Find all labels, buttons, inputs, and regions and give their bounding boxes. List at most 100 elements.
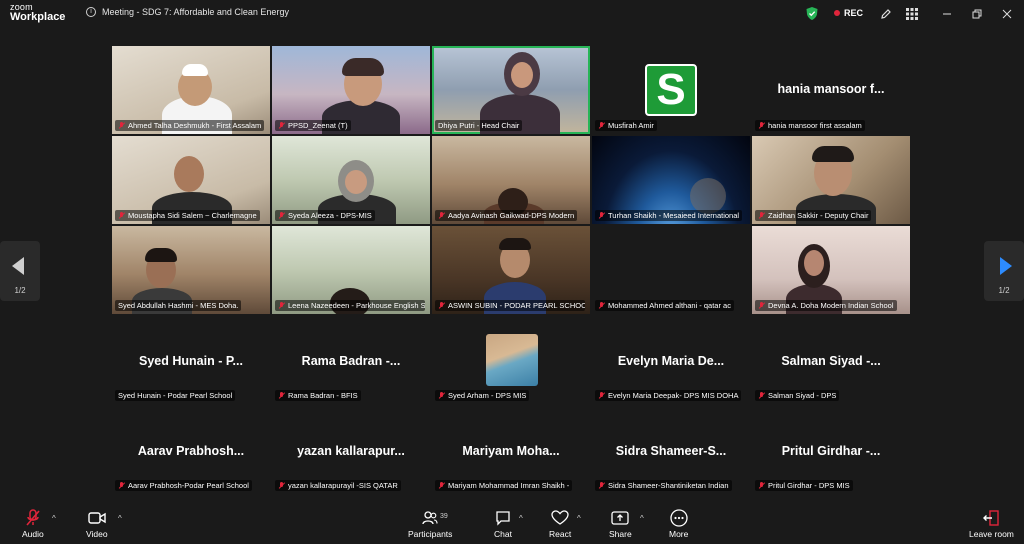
participant-tile[interactable]: ASWIN SUBIN - PODAR PEARL SCHOOL [432,226,590,314]
participant-name: yazan kallarapurayil -SIS QATAR [288,481,398,490]
participant-tile[interactable]: yazan kallarapur... yazan kallarapurayil… [272,406,430,494]
minimize-icon[interactable] [938,5,956,23]
chat-options-chevron-icon[interactable]: ^ [519,514,523,523]
rec-label: REC [844,8,864,18]
participant-tile[interactable]: Zaidhan Sakkir - Deputy Chair [752,136,910,224]
arrow-right-icon [1000,257,1012,275]
mic-muted-icon [118,481,125,490]
more-dots-icon [670,509,688,527]
audio-button[interactable]: Audio [22,509,44,539]
arrow-left-icon [12,257,24,275]
leave-door-icon [983,509,1000,527]
participant-name: Zaidhan Sakkir - Deputy Chair [768,211,869,220]
participant-tile[interactable]: Syed Abdullah Hashmi - MES Doha. [112,226,270,314]
participant-tile[interactable]: Leena Nazeedeen - Parkhouse English Scho… [272,226,430,314]
participant-tile[interactable]: Sidra Shameer-S... Sidra Shameer-Shantin… [592,406,750,494]
mic-muted-icon [118,211,125,220]
title-bar: zoom Workplace i Meeting - SDG 7: Afford… [0,0,1024,28]
participant-name: hania mansoor first assalam [768,121,862,130]
gallery-view: Ahmed Talha Deshmukh - First Assalam PPS… [112,46,912,496]
close-icon[interactable] [998,5,1016,23]
participant-tile[interactable]: Moustapha Sidi Salem ~ Charlemagne [112,136,270,224]
participants-count: 39 [440,513,448,520]
chat-label: Chat [494,529,512,539]
participant-name: Pritul Girdhar - DPS MIS [768,481,850,490]
audio-options-chevron-icon[interactable]: ^ [52,514,56,523]
mic-muted-icon [278,121,285,130]
participant-tile[interactable]: Salman Siyad -... Salman Siyad - DPS [752,316,910,404]
more-button[interactable]: More [669,509,688,539]
mic-muted-icon [278,481,285,490]
share-button[interactable]: Share [609,509,632,539]
participant-display-name: Salman Siyad -... [781,354,881,368]
participant-tile[interactable]: Evelyn Maria De... Evelyn Maria Deepak- … [592,316,750,404]
grid-view-icon[interactable] [903,5,921,23]
participant-tile[interactable]: Ahmed Talha Deshmukh - First Assalam [112,46,270,134]
logo-bottom: Workplace [10,11,66,23]
participant-tile[interactable]: Rama Badran -... Rama Badran - BFIS [272,316,430,404]
mic-muted-icon [758,211,765,220]
participant-tile[interactable]: hania mansoor f... hania mansoor first a… [752,46,910,134]
mic-muted-icon [438,391,445,400]
react-options-chevron-icon[interactable]: ^ [577,514,581,523]
participant-tile[interactable]: Syed Arham - DPS MIS [432,316,590,404]
participant-tile[interactable]: S Musfirah Amir [592,46,750,134]
leave-room-button[interactable]: Leave room [969,509,1014,539]
video-camera-icon [88,509,106,527]
annotate-pen-icon[interactable] [877,5,895,23]
participant-name: ASWIN SUBIN - PODAR PEARL SCHOOL [448,301,585,310]
mic-muted-icon [598,301,605,310]
mic-muted-icon [25,509,41,527]
mic-muted-icon [758,121,765,130]
previous-page-button[interactable]: 1/2 [0,241,40,301]
participant-display-name: Aarav Prabhosh... [137,444,245,458]
chat-bubble-icon [495,509,511,527]
video-options-chevron-icon[interactable]: ^ [118,514,122,523]
participant-tile[interactable]: Aarav Prabhosh... Aarav Prabhosh-Podar P… [112,406,270,494]
participant-name: Moustapha Sidi Salem ~ Charlemagne [128,211,257,220]
video-label: Video [86,529,108,539]
participant-tile[interactable]: Turhan Shaikh - Mesaieed International [592,136,750,224]
participant-name: Ahmed Talha Deshmukh - First Assalam [128,121,262,130]
leave-label: Leave room [969,529,1014,539]
recording-indicator[interactable]: REC [834,8,863,18]
react-button[interactable]: React [549,509,571,539]
participant-name: Mariyam Mohammad Imran Shaikh - [448,481,570,490]
participant-tile[interactable]: Aadya Avinash Gaikwad-DPS Modern [432,136,590,224]
participant-name: Devna A. Doha Modern Indian School [768,301,894,310]
participant-display-name: Mariyam Moha... [462,444,560,458]
participant-name: Aadya Avinash Gaikwad-DPS Modern [448,211,575,220]
participant-name: PPSD_Zeenat (T) [288,121,348,130]
participant-tile[interactable]: Syed Hunain - P... Syed Hunain - Podar P… [112,316,270,404]
shield-icon[interactable] [806,7,818,20]
video-button[interactable]: Video [86,509,108,539]
next-page-button[interactable]: 1/2 [984,241,1024,301]
participant-display-name: Sidra Shameer-S... [615,444,727,458]
participant-tile-active-speaker[interactable]: Dhiya Putri - Head Chair [432,46,590,134]
restore-icon[interactable] [968,5,986,23]
participant-name: Sidra Shameer-Shantiniketan Indian [608,481,729,490]
participant-name: Dhiya Putri - Head Chair [438,121,520,130]
audio-label: Audio [22,529,44,539]
participant-tile[interactable]: Devna A. Doha Modern Indian School [752,226,910,314]
participant-tile[interactable]: Syeda Aleeza - DPS-MIS [272,136,430,224]
mic-muted-icon [438,481,445,490]
participant-name: Syed Abdullah Hashmi - MES Doha. [118,301,239,310]
participant-tile[interactable]: Mohammed Ahmed althani - qatar ac [592,226,750,314]
meeting-toolbar: Audio ^ Video ^ Participants 39 Chat ^ R… [0,505,1024,544]
mic-muted-icon [118,121,125,130]
mic-muted-icon [438,301,445,310]
participant-tile[interactable]: Mariyam Moha... Mariyam Mohammad Imran S… [432,406,590,494]
participant-name: Syed Arham - DPS MIS [448,391,527,400]
profile-picture [486,334,538,386]
share-options-chevron-icon[interactable]: ^ [640,514,644,523]
meeting-info[interactable]: i Meeting - SDG 7: Affordable and Clean … [86,7,289,17]
chat-button[interactable]: Chat [494,509,512,539]
participant-tile[interactable]: Pritul Girdhar -... Pritul Girdhar - DPS… [752,406,910,494]
participant-display-name: Rama Badran -... [301,354,401,368]
profile-avatar: S [645,64,697,116]
heart-icon [551,509,569,527]
participant-tile[interactable]: PPSD_Zeenat (T) [272,46,430,134]
mic-muted-icon [598,211,605,220]
info-icon[interactable]: i [86,7,96,17]
